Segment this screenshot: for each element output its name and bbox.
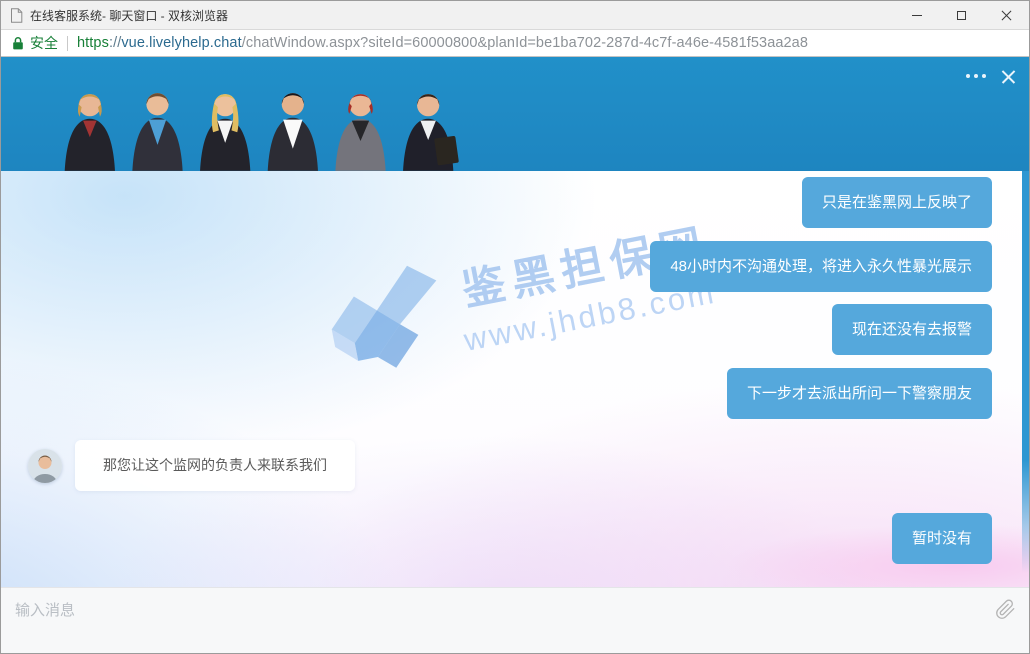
message-row: 那您让这个监网的负责人来联系我们 xyxy=(1,440,1029,491)
chat-header-actions xyxy=(964,68,1016,84)
address-divider xyxy=(67,36,68,51)
address-bar[interactable]: 安全 https://vue.livelyhelp.chat/chatWindo… xyxy=(1,29,1029,57)
title-bar: 在线客服系统- 聊天窗口 - 双核浏览器 xyxy=(1,1,1029,29)
message-input[interactable] xyxy=(1,588,1029,653)
attachment-icon[interactable] xyxy=(995,599,1016,620)
window-title: 在线客服系统- 聊天窗口 - 双核浏览器 xyxy=(30,7,228,24)
message-row: 暂时没有 xyxy=(1,513,1029,564)
close-icon xyxy=(1001,10,1012,21)
agent-avatar xyxy=(28,449,62,483)
message-row: 下一步才去派出所问一下警察朋友 xyxy=(1,368,1029,419)
maximize-icon xyxy=(957,11,966,20)
lock-icon[interactable] xyxy=(12,36,24,51)
message-row: 只是在鉴黑网上反映了 xyxy=(1,177,1029,228)
url-path: /chatWindow.aspx?siteId=60000800&planId=… xyxy=(242,35,808,51)
browser-window: 在线客服系统- 聊天窗口 - 双核浏览器 安全 https://vue.live… xyxy=(0,0,1030,654)
url-domain: vue.livelyhelp.chat xyxy=(121,35,241,51)
message-row: 现在还没有去报警 xyxy=(1,304,1029,355)
maximize-button[interactable] xyxy=(939,1,984,29)
window-controls xyxy=(894,1,1029,29)
outgoing-message-bubble: 下一步才去派出所问一下警察朋友 xyxy=(727,368,992,419)
outgoing-message-bubble: 暂时没有 xyxy=(892,513,992,564)
url-separator: :// xyxy=(109,35,121,51)
message-list: 只是在鉴黑网上反映了 48小时内不沟通处理，将进入永久性暴光展示 现在还没有去报… xyxy=(1,171,1029,587)
outgoing-message-bubble: 48小时内不沟通处理，将进入永久性暴光展示 xyxy=(650,241,992,292)
page-icon xyxy=(10,8,23,23)
outgoing-message-bubble: 现在还没有去报警 xyxy=(832,304,992,355)
outgoing-message-bubble: 只是在鉴黑网上反映了 xyxy=(802,177,992,228)
support-team-photo xyxy=(56,79,462,171)
minimize-icon xyxy=(912,15,922,16)
incoming-message-bubble: 那您让这个监网的负责人来联系我们 xyxy=(75,440,355,491)
url-scheme: https xyxy=(77,35,109,51)
url-text[interactable]: https://vue.livelyhelp.chat/chatWindow.a… xyxy=(77,35,808,51)
security-label: 安全 xyxy=(30,33,58,53)
message-row: 48小时内不沟通处理，将进入永久性暴光展示 xyxy=(1,241,1029,292)
minimize-button[interactable] xyxy=(894,1,939,29)
message-input-area xyxy=(1,587,1029,653)
chat-header xyxy=(1,57,1029,171)
chat-close-icon[interactable] xyxy=(1001,69,1016,84)
chat-body: 鉴黑担保网 www.jhdb8.com 只是在鉴黑网上反映了 48小时内不沟通处… xyxy=(1,171,1029,587)
chat-menu-icon[interactable] xyxy=(964,68,988,84)
close-window-button[interactable] xyxy=(984,1,1029,29)
